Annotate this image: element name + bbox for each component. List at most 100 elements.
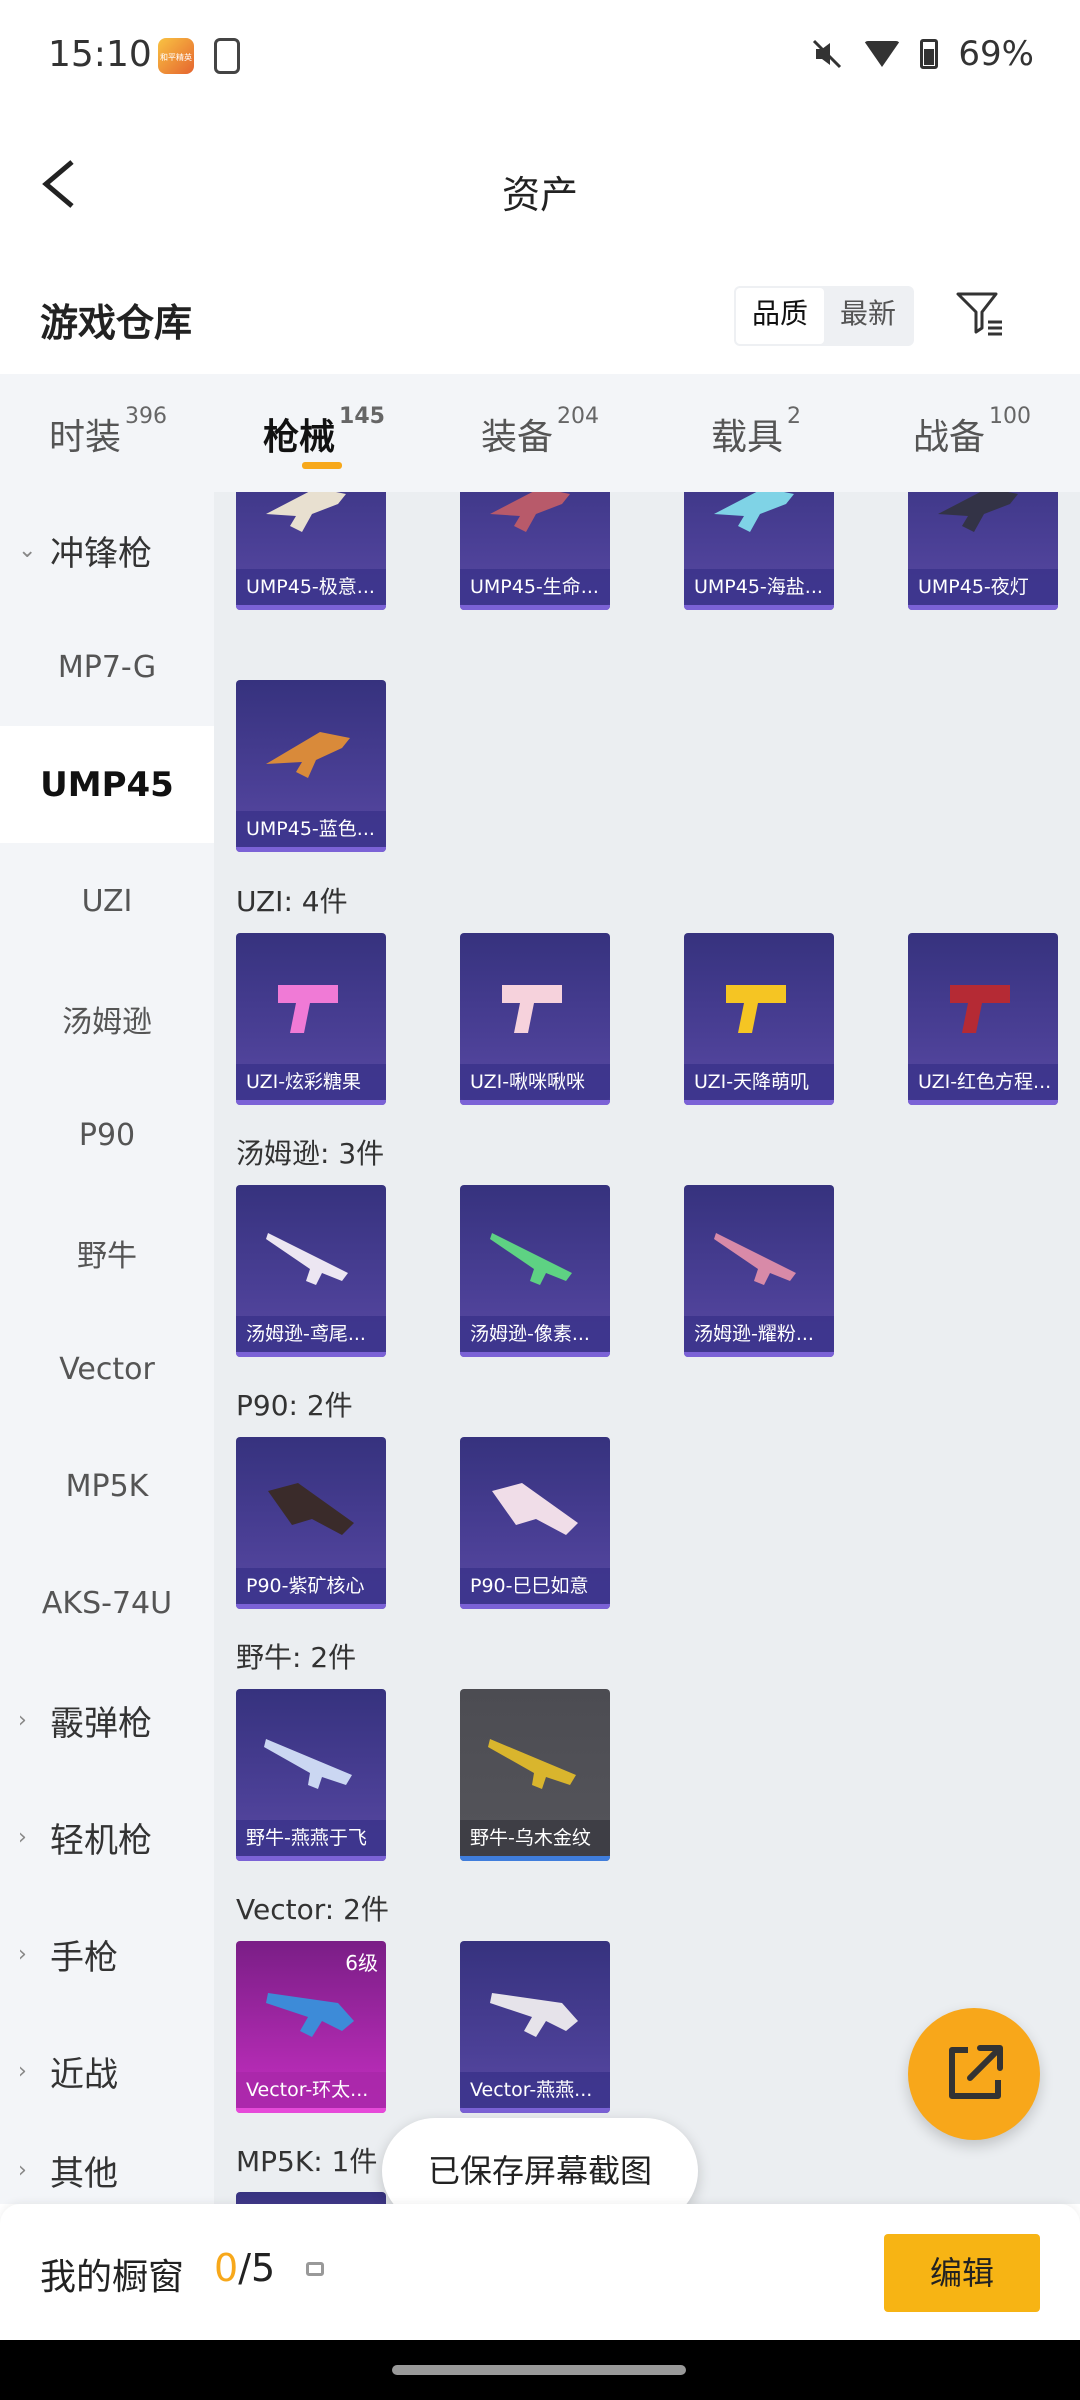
tab-guns[interactable]: 枪械145 — [216, 374, 432, 492]
weapon-skin-image — [264, 1739, 352, 1789]
sidebar-item-mp5k[interactable]: MP5K — [0, 1428, 214, 1545]
sidebar-item-melee[interactable]: › 近战 — [0, 2013, 214, 2130]
sidebar-item-pistol[interactable]: › 手枪 — [0, 1896, 214, 2013]
tab-fashion[interactable]: 时装396 — [0, 374, 216, 492]
weapon-card[interactable]: UZI-红色方程... — [908, 933, 1058, 1105]
sidebar-item-other[interactable]: › 其他 — [0, 2130, 214, 2204]
lock-icon — [306, 2262, 324, 2276]
weapon-card[interactable]: 汤姆逊-鸢尾... — [236, 1185, 386, 1357]
sidebar-label: 手枪 — [50, 1938, 118, 1978]
sidebar-item-p90[interactable]: P90 — [0, 1077, 214, 1194]
tab-label: 战备 — [912, 417, 985, 458]
sidebar-item-vector[interactable]: Vector — [0, 1311, 214, 1428]
weapon-name: 野牛-乌木金纹 — [460, 1820, 610, 1856]
weapon-skin-image — [714, 1233, 796, 1285]
section-title-uzi: UZI: 4件 — [236, 885, 348, 918]
weapon-skin-image — [488, 1739, 576, 1789]
tab-count: 100 — [989, 404, 1031, 429]
weapon-name: UZI-啾咪啾咪 — [460, 1064, 610, 1100]
home-gesture-handle[interactable] — [392, 2365, 686, 2375]
weapon-card[interactable]: UMP45-极意... — [236, 492, 386, 610]
tab-label: 载具 — [710, 417, 783, 458]
sidebar-item-lmg[interactable]: › 轻机枪 — [0, 1779, 214, 1896]
mute-icon — [813, 39, 842, 69]
weapon-card[interactable]: UMP45-蓝色... — [236, 680, 386, 852]
weapon-name: Vector-环太... — [236, 2072, 386, 2108]
weapon-card[interactable]: UZI-天降萌叽 — [684, 933, 834, 1105]
weapon-card[interactable]: UMP45-海盐... — [684, 492, 834, 610]
chevron-right-icon: › — [18, 2157, 27, 2183]
sidebar-item-shotgun[interactable]: › 霰弹枪 — [0, 1662, 214, 1779]
category-tabs: 时装396 枪械145 装备204 载具2 战备100 — [0, 374, 1080, 492]
weapon-skin-image — [492, 1483, 578, 1535]
weapon-skin-image — [266, 732, 350, 778]
sidebar-item-thompson[interactable]: 汤姆逊 — [0, 960, 214, 1077]
app-header: 资产 — [0, 116, 1080, 256]
page-title: 资产 — [501, 173, 578, 217]
weapon-name: UMP45-夜灯 — [908, 569, 1058, 605]
section-title-vector: Vector: 2件 — [236, 1893, 389, 1926]
weapon-card[interactable]: P90-紫矿核心 — [236, 1437, 386, 1609]
weapon-card[interactable]: 野牛-乌木金纹 — [460, 1689, 610, 1861]
tab-equipment[interactable]: 装备204 — [432, 374, 648, 492]
showcase-bar: 我的橱窗 0/5 编辑 — [0, 2204, 1080, 2340]
weapon-card[interactable]: 野牛-燕燕于飞 — [236, 1689, 386, 1861]
share-button[interactable] — [908, 2008, 1040, 2140]
weapon-name: 汤姆逊-耀粉... — [684, 1316, 834, 1352]
tab-supplies[interactable]: 战备100 — [864, 374, 1080, 492]
weapon-skin-image — [266, 492, 346, 532]
weapon-skin-image — [266, 1233, 348, 1285]
weapon-card[interactable]: Vector-燕燕... — [460, 1941, 610, 2113]
sidebar-label: 冲锋枪 — [50, 534, 152, 574]
app-notification-icon: 和平精英 — [158, 38, 194, 74]
tab-label: 枪械 — [263, 417, 336, 458]
weapon-skin-image — [268, 1483, 354, 1535]
weapon-name: UMP45-海盐... — [684, 569, 834, 605]
weapon-name: 汤姆逊-像素... — [460, 1316, 610, 1352]
tab-vehicles[interactable]: 载具2 — [648, 374, 864, 492]
weapon-card[interactable]: UMP45-生命... — [460, 492, 610, 610]
sort-quality-button[interactable]: 品质 — [736, 288, 825, 344]
weapon-card[interactable]: UZI-炫彩糖果 — [236, 933, 386, 1105]
chevron-down-icon: ⌄ — [18, 538, 37, 563]
tab-count: 396 — [125, 404, 167, 429]
sidebar-item-smg[interactable]: ⌄ 冲锋枪 — [0, 492, 214, 609]
sidebar-label: 其他 — [50, 2153, 118, 2194]
weapon-name: P90-巳巳如意 — [460, 1568, 610, 1604]
warehouse-header: 游戏仓库 品质 最新 — [0, 256, 1080, 374]
weapon-name: UMP45-极意... — [236, 569, 386, 605]
weapon-name: UZI-炫彩糖果 — [236, 1064, 386, 1100]
sidebar-item-uzi[interactable]: UZI — [0, 843, 214, 960]
tab-count: 145 — [339, 404, 385, 429]
edit-button[interactable]: 编辑 — [884, 2234, 1040, 2312]
sidebar-item-aks74u[interactable]: AKS-74U — [0, 1545, 214, 1662]
warehouse-title: 游戏仓库 — [40, 301, 193, 345]
sidebar-label: 近战 — [50, 2055, 118, 2095]
weapon-name: Vector-燕燕... — [460, 2072, 610, 2108]
sort-latest-button[interactable]: 最新 — [824, 288, 912, 344]
wifi-icon — [864, 41, 901, 67]
weapon-card[interactable] — [236, 2192, 386, 2204]
weapon-card[interactable]: 6级 Vector-环太... — [236, 1941, 386, 2113]
weapon-card[interactable]: UMP45-夜灯 — [908, 492, 1058, 610]
sidebar-item-bison[interactable]: 野牛 — [0, 1194, 214, 1311]
filter-icon[interactable] — [954, 288, 1004, 338]
section-title-mp5k: MP5K: 1件 — [236, 2145, 378, 2178]
section-title-bison: 野牛: 2件 — [236, 1641, 357, 1674]
chevron-right-icon: › — [18, 2059, 27, 2084]
weapon-card[interactable]: 汤姆逊-像素... — [460, 1185, 610, 1357]
weapon-card[interactable]: P90-巳巳如意 — [460, 1437, 610, 1609]
weapon-card[interactable]: UZI-啾咪啾咪 — [460, 933, 610, 1105]
sidebar-item-ump45[interactable]: UMP45 — [0, 726, 214, 843]
section-title-thompson: 汤姆逊: 3件 — [236, 1137, 385, 1170]
chevron-right-icon: › — [18, 1708, 27, 1733]
weapon-name: UMP45-生命... — [460, 569, 610, 605]
chevron-right-icon: › — [18, 1825, 27, 1850]
status-time: 15:10 — [48, 34, 152, 75]
weapon-skin-image — [490, 1993, 578, 2037]
section-title-p90: P90: 2件 — [236, 1389, 353, 1422]
sidebar-item-mp7g[interactable]: MP7-G — [0, 609, 214, 726]
weapon-skin-image — [726, 985, 786, 1033]
weapon-sidebar: ⌄ 冲锋枪 MP7-G UMP45 UZI 汤姆逊 P90 野牛 Vector M… — [0, 492, 214, 2204]
weapon-card[interactable]: 汤姆逊-耀粉... — [684, 1185, 834, 1357]
